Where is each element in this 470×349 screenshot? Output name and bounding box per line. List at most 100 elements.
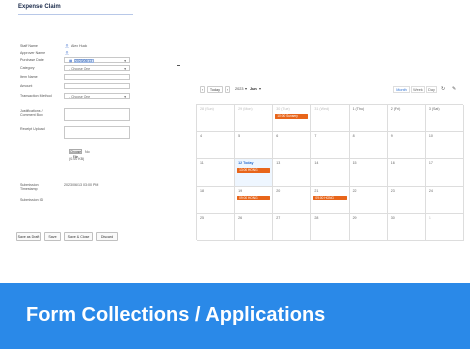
save-button[interactable]: Save (44, 232, 61, 241)
file-size: (0.00 KB) (69, 157, 85, 161)
choose-file-button[interactable]: Choose File (69, 149, 82, 159)
calendar-panel: ‹ Today › 2023 ▾ Jun ▾ Month Week Day ↻ … (196, 82, 464, 242)
calendar-day-cell[interactable]: 14 (311, 159, 350, 187)
calendar-day-cell[interactable]: 27 (273, 213, 312, 241)
transaction-method-select[interactable]: - Choose One ▾ (64, 93, 130, 99)
calendar-date-label: 27 (276, 215, 281, 220)
calendar-day-cell[interactable]: 31 (Wed) (311, 105, 350, 133)
calendar-day-cell[interactable]: 1 (425, 213, 464, 241)
receipt-upload-box (64, 126, 130, 139)
calendar-day-cell[interactable]: 4 (197, 132, 236, 160)
justifications-label: Justifications / Comment Box (20, 109, 43, 117)
chevron-down-icon[interactable]: ▾ (245, 87, 247, 92)
calendar-date-label: 15 (352, 161, 357, 166)
calendar-date-label: 18 (200, 188, 204, 193)
calendar-month[interactable]: Jun (250, 87, 257, 92)
calendar-day-cell[interactable]: 8 (349, 132, 388, 160)
transaction-method-label: Transaction Method (20, 94, 52, 98)
calendar-date-label: 20 (276, 188, 281, 193)
chevron-down-icon: ▾ (124, 94, 126, 99)
calendar-day-cell[interactable]: 30 (Tue) 10:00 Sunsery (273, 105, 312, 133)
calendar-day-cell[interactable]: 11 (197, 159, 236, 187)
calendar-day-cell[interactable]: 28 (Sun) (197, 105, 236, 133)
calendar-day-cell[interactable]: 9 (387, 132, 426, 160)
amount-label: Amount (20, 84, 33, 88)
next-month-button[interactable]: › (225, 86, 230, 93)
category-selected: - Choose One (69, 67, 91, 71)
file-status: No (85, 150, 90, 154)
calendar-day-cell[interactable]: 22 (349, 186, 388, 214)
purchase-date-field[interactable]: ▦ 2023/06/13 ▾ (64, 57, 130, 63)
submission-id-label: Submission ID (20, 198, 44, 202)
calendar-day-cell[interactable]: 28 (311, 213, 350, 241)
calendar-day-cell[interactable]: 29 (349, 213, 388, 241)
view-month-button[interactable]: Month (393, 86, 410, 93)
view-day-button[interactable]: Day (426, 86, 437, 93)
calendar-day-cell[interactable]: 1 (Thu) (349, 105, 388, 133)
calendar-date-label: 31 (Wed) (314, 107, 330, 111)
calendar-date-label: 13 (276, 161, 281, 166)
calendar-date-label: 8 (352, 134, 355, 139)
staff-name-label: Staff Name (20, 44, 38, 48)
transaction-method-selected: - Choose One (69, 95, 91, 99)
calendar-day-cell[interactable]: 6 (273, 132, 312, 160)
calendar-date-label: 26 (238, 215, 243, 220)
calendar-day-cell[interactable]: 3 (Sat) (425, 105, 464, 133)
save-draft-button[interactable]: Save as Draft (16, 232, 41, 241)
calendar-event[interactable]: 10:00 Sunsery (275, 114, 309, 119)
calendar-date-label: 2 (Fri) (390, 107, 401, 111)
calendar-day-cell[interactable]: 2 (Fri) (387, 105, 426, 133)
chevron-down-icon[interactable]: ▾ (259, 87, 261, 92)
calendar-day-cell[interactable]: 25 (197, 213, 236, 241)
calendar-date-label: 19 (238, 188, 243, 193)
calendar-day-cell[interactable]: 7 (311, 132, 350, 160)
amount-input[interactable] (64, 83, 130, 89)
calendar-event[interactable]: 09:00 HONG (313, 195, 347, 201)
wrench-icon[interactable]: ✎ (452, 86, 456, 93)
calendar-date-label: 5 (238, 134, 241, 139)
calendar-day-cell[interactable]: 12 Today 13:00 HONG (235, 159, 274, 187)
calendar-day-cell[interactable]: 30 (387, 213, 426, 241)
calendar-day-cell[interactable]: 16 (387, 159, 426, 187)
approver-picker-icon[interactable] (65, 51, 69, 55)
calendar-year[interactable]: 2023 (235, 87, 243, 92)
save-close-button[interactable]: Save & Close (64, 232, 93, 241)
calendar-date-label: 7 (314, 134, 317, 139)
form-title: Expense Claim (18, 4, 61, 10)
calendar-day-cell[interactable]: 10 (425, 132, 464, 160)
calendar-date-label: 11 (200, 161, 204, 166)
calendar-date-label: 12 Today (238, 161, 254, 166)
category-select[interactable]: - Choose One ▾ (64, 65, 130, 71)
calendar-day-cell[interactable]: 13 (273, 159, 312, 187)
calendar-day-cell[interactable]: 20 (273, 186, 312, 214)
calendar-day-cell[interactable]: 24 (425, 186, 464, 214)
calendar-day-cell[interactable]: 15 (349, 159, 388, 187)
calendar-day-cell[interactable]: 17 (425, 159, 464, 187)
calendar-day-cell[interactable]: 18 (197, 186, 236, 214)
staff-name-value: Alex Huck (71, 44, 88, 48)
calendar-event[interactable]: 13:00 HONG (237, 168, 271, 173)
today-button[interactable]: Today (207, 86, 223, 93)
calendar-day-cell[interactable]: 26 (235, 213, 274, 241)
calendar-day-cell[interactable]: 5 (235, 132, 274, 160)
calendar-day-cell[interactable]: 19 09:00 HONG (235, 186, 274, 214)
calendar-date-label: 22 (352, 188, 357, 193)
calendar-event[interactable]: 09:00 HONG (237, 195, 271, 201)
justifications-textarea[interactable] (64, 108, 130, 121)
view-week-button[interactable]: Week (411, 86, 425, 93)
item-name-input[interactable] (64, 74, 130, 80)
calendar-icon: ▦ (69, 59, 73, 63)
calendar-date-label: 29 (352, 215, 357, 220)
calendar-date-label: 23 (390, 188, 395, 193)
discard-button[interactable]: Discard (96, 232, 118, 241)
calendar-day-cell[interactable]: 23 (387, 186, 426, 214)
expense-claim-form: Expense Claim Staff Name Alex Huck Appro… (8, 0, 180, 250)
purchase-date-value: 2023/06/13 (75, 59, 92, 63)
refresh-icon[interactable]: ↻ (441, 86, 445, 93)
calendar-day-cell[interactable]: 21 09:00 HONG (311, 186, 350, 214)
submission-timestamp-value: 2023/06/13 03:00 PM (64, 183, 99, 187)
prev-month-button[interactable]: ‹ (200, 86, 205, 93)
bottom-banner: Form Collections / Applications (0, 283, 470, 349)
calendar-date-label: 4 (200, 134, 202, 139)
calendar-day-cell[interactable]: 29 (Mon) (235, 105, 274, 133)
